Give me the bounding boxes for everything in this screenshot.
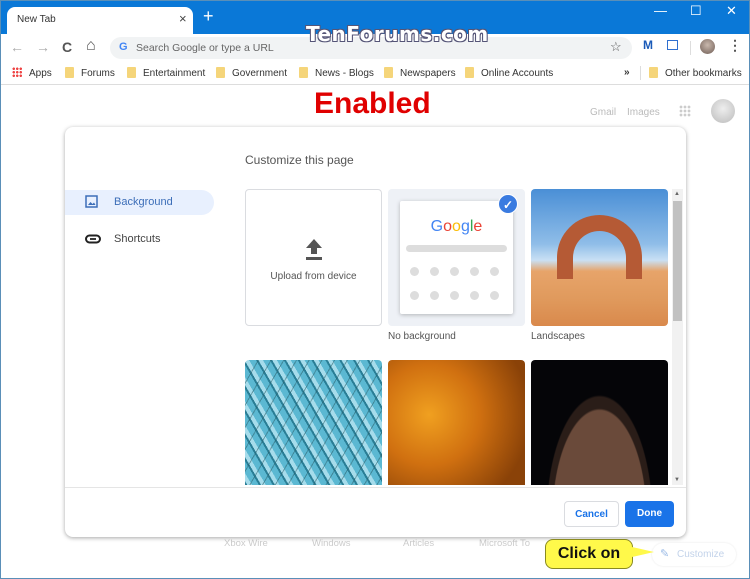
tile-label: Landscapes <box>531 331 585 342</box>
done-button[interactable]: Done <box>625 501 674 527</box>
bookmark-apps[interactable]: Apps <box>12 67 52 79</box>
minimize-button[interactable]: — <box>654 3 667 18</box>
preview-shortcut-dot <box>490 291 499 300</box>
image-icon <box>85 195 98 211</box>
bookmarks-overflow-button[interactable]: » <box>624 67 630 78</box>
textures-tile[interactable] <box>388 360 525 485</box>
landscapes-tile[interactable] <box>531 189 668 326</box>
folder-icon <box>127 67 136 78</box>
preview-shortcut-dot <box>470 291 479 300</box>
extension-icon[interactable] <box>667 40 678 50</box>
shortcut-tile[interactable]: Microsoft To <box>479 538 530 549</box>
toolbar-divider <box>690 41 691 55</box>
maximize-button[interactable]: ☐ <box>690 3 702 19</box>
folder-icon <box>649 67 658 78</box>
forward-button[interactable]: → <box>36 39 50 55</box>
folder-icon <box>465 67 474 78</box>
preview-shortcut-dot <box>490 267 499 276</box>
bookmarks-divider <box>640 66 641 80</box>
click-on-callout: Click on <box>545 539 633 569</box>
preview-shortcut-dot <box>470 267 479 276</box>
customize-label: Customize <box>677 549 725 560</box>
google-apps-icon[interactable] <box>679 105 691 117</box>
google-logo: Google <box>430 218 483 235</box>
bookmarks-bar: Apps Forums Entertainment Government New… <box>0 61 750 85</box>
gmail-link[interactable]: Gmail <box>590 107 616 118</box>
scroll-up-arrow[interactable]: ▲ <box>674 191 680 197</box>
images-link[interactable]: Images <box>627 107 660 118</box>
home-button[interactable]: ⌂ <box>86 37 96 55</box>
scroll-down-arrow[interactable]: ▼ <box>674 477 680 483</box>
no-background-tile[interactable]: Google ✓ <box>388 189 525 326</box>
link-icon <box>85 232 101 247</box>
folder-icon <box>384 67 393 78</box>
account-avatar[interactable] <box>711 99 735 123</box>
shortcut-tile[interactable]: Xbox Wire <box>224 538 268 549</box>
tab-close-icon[interactable]: × <box>179 11 187 26</box>
preview-search-bar <box>406 245 507 252</box>
preview-shortcut-dot <box>410 267 419 276</box>
upload-icon <box>306 239 322 260</box>
upload-label: Upload from device <box>270 271 357 282</box>
folder-icon <box>216 67 225 78</box>
preview-shortcut-dot <box>450 267 459 276</box>
close-window-button[interactable]: ✕ <box>726 3 737 19</box>
new-tab-preview: Google <box>400 201 513 314</box>
folder-icon <box>65 67 74 78</box>
scrollbar[interactable]: ▲ ▼ <box>672 189 683 485</box>
enabled-annotation: Enabled <box>314 87 431 120</box>
other-bookmarks[interactable]: Other bookmarks <box>649 67 742 79</box>
bookmark-folder[interactable]: Government <box>216 67 287 79</box>
back-button[interactable]: ← <box>10 39 24 55</box>
space-tile[interactable] <box>531 360 668 485</box>
dialog-title: Customize this page <box>245 153 354 167</box>
upload-from-device-tile[interactable]: Upload from device <box>245 189 382 326</box>
preview-shortcut-dot <box>410 291 419 300</box>
bookmark-star-icon[interactable]: ☆ <box>610 39 622 55</box>
new-tab-button[interactable]: + <box>203 7 214 25</box>
background-grid: Upload from device Google ✓ No backgroun… <box>245 189 675 485</box>
preview-shortcut-dot <box>450 291 459 300</box>
preview-shortcut-dot <box>430 291 439 300</box>
architecture-tile[interactable] <box>245 360 382 485</box>
watermark: TenForums.com <box>306 22 489 46</box>
cancel-button[interactable]: Cancel <box>564 501 619 527</box>
menu-label: Background <box>114 196 173 208</box>
bookmark-folder[interactable]: Newspapers <box>384 67 456 79</box>
profile-avatar[interactable] <box>700 39 715 54</box>
preview-shortcut-dot <box>430 267 439 276</box>
bookmark-folder[interactable]: Forums <box>65 67 115 79</box>
customize-button[interactable]: ✎ Customize <box>652 543 736 566</box>
shortcut-tile[interactable]: Articles <box>403 538 434 549</box>
reload-button[interactable]: C <box>62 39 72 55</box>
menu-icon[interactable]: ⋮ <box>728 37 742 54</box>
customize-dialog: Customize this page Background Shortcuts… <box>65 127 686 537</box>
folder-icon <box>299 67 308 78</box>
bookmark-folder[interactable]: Entertainment <box>127 67 205 79</box>
tab-title: New Tab <box>17 14 56 25</box>
selected-check-icon: ✓ <box>498 194 518 214</box>
bookmark-folder[interactable]: Online Accounts <box>465 67 553 79</box>
dialog-divider <box>65 487 686 488</box>
bookmark-folder[interactable]: News - Blogs <box>299 67 374 79</box>
tab-new-tab[interactable]: New Tab × <box>7 7 193 34</box>
shortcut-tile[interactable]: Windows <box>312 538 351 549</box>
callout-pointer <box>632 547 654 557</box>
address-placeholder: Search Google or type a URL <box>136 42 274 54</box>
apps-grid-icon <box>12 67 22 77</box>
malwarebytes-extension-icon[interactable]: M <box>643 38 653 52</box>
scrollbar-thumb[interactable] <box>673 201 682 321</box>
sidebar-item-background[interactable]: Background <box>65 190 214 215</box>
tile-label: No background <box>388 331 456 342</box>
pencil-icon: ✎ <box>660 548 670 560</box>
sidebar-item-shortcuts[interactable]: Shortcuts <box>65 227 214 252</box>
menu-label: Shortcuts <box>114 233 161 245</box>
arch-image <box>557 215 642 279</box>
google-g-icon: G <box>119 41 128 53</box>
